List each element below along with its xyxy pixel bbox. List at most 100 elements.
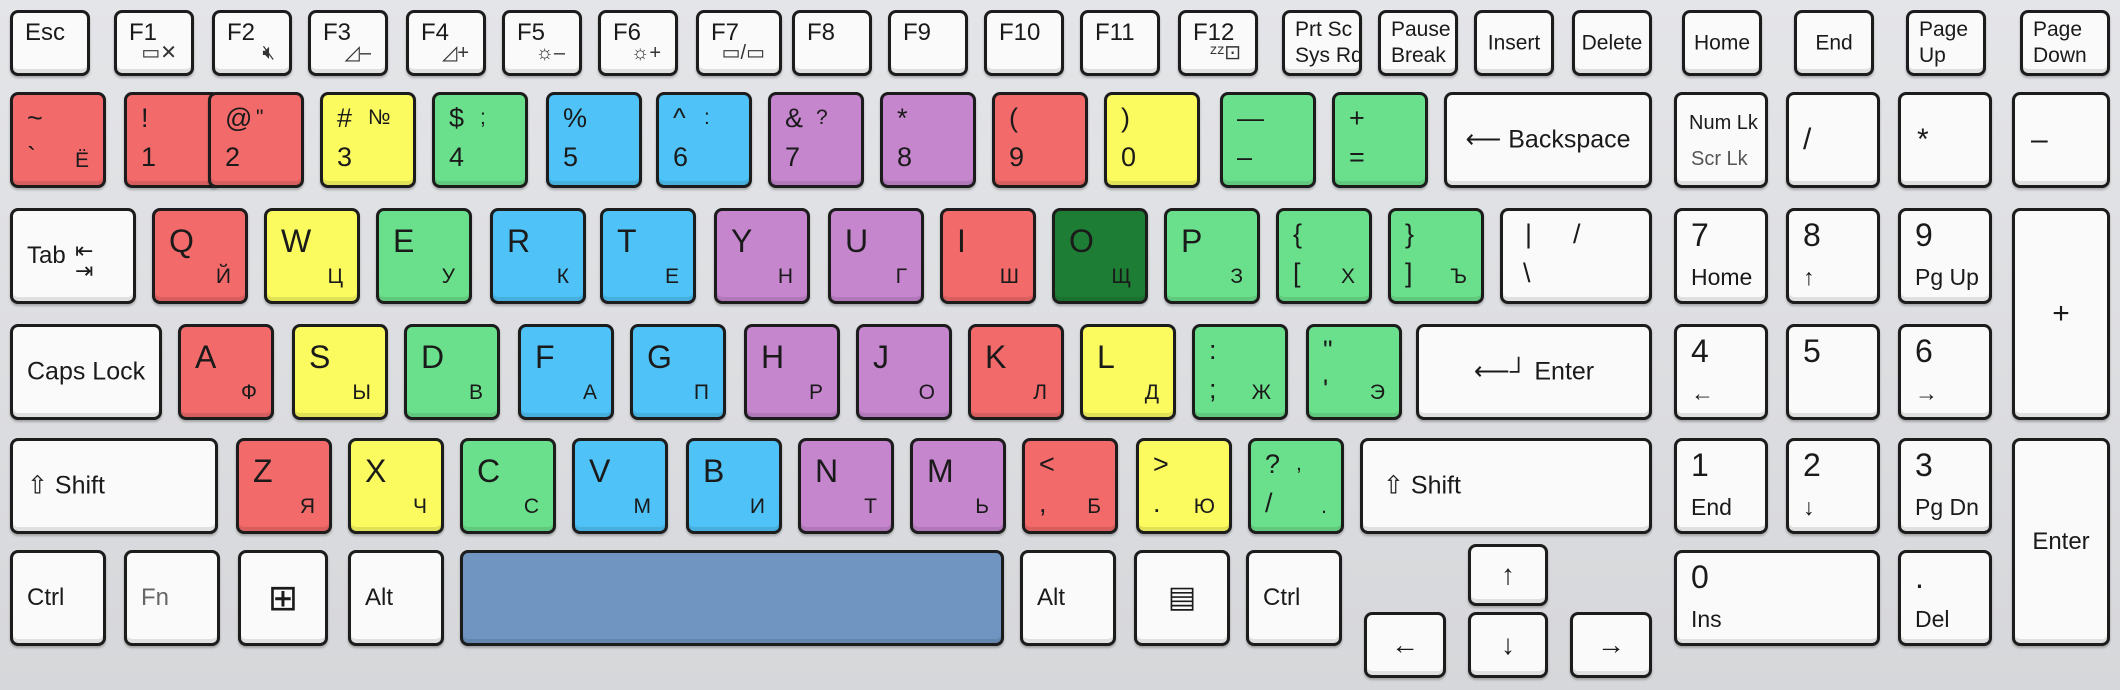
- caps-lock-key[interactable]: Caps Lock: [10, 324, 162, 420]
- letter-key[interactable]: IШ: [940, 208, 1036, 304]
- letter-key[interactable]: WЦ: [264, 208, 360, 304]
- letter-key[interactable]: }] Ъ: [1388, 208, 1484, 304]
- numpad-0-key[interactable]: 0 Ins: [1674, 550, 1880, 646]
- letter-key[interactable]: AФ: [178, 324, 274, 420]
- letter-key[interactable]: SЫ: [292, 324, 388, 420]
- fn-key[interactable]: Fn: [124, 550, 220, 646]
- letter-key[interactable]: >. Ю: [1136, 438, 1232, 534]
- numpad-4-key[interactable]: 4 ←: [1674, 324, 1768, 420]
- letter-key[interactable]: DВ: [404, 324, 500, 420]
- number-key[interactable]: ) 0: [1104, 92, 1200, 188]
- arrow-left-key[interactable]: ←: [1364, 612, 1446, 678]
- numpad-plus-key[interactable]: +: [2012, 208, 2110, 420]
- number-key[interactable]: @2 ": [208, 92, 304, 188]
- f9-key[interactable]: F9: [888, 10, 968, 76]
- number-key[interactable]: ~ ` Ё: [10, 92, 106, 188]
- numlock-key[interactable]: Num Lk Scr Lk: [1674, 92, 1768, 188]
- letter-key[interactable]: OЩ: [1052, 208, 1148, 304]
- letter-key[interactable]: PЗ: [1164, 208, 1260, 304]
- numpad-8-key[interactable]: 8 ↑: [1786, 208, 1880, 304]
- left-shift-key[interactable]: ⇧ Shift: [10, 438, 218, 534]
- pause-key[interactable]: Pause Break: [1378, 10, 1458, 76]
- letter-key[interactable]: ? /,.: [1248, 438, 1344, 534]
- numpad-minus-key[interactable]: –: [2012, 92, 2110, 188]
- numpad-9-key[interactable]: 9 Pg Up: [1898, 208, 1992, 304]
- letter-key[interactable]: {[Х: [1276, 208, 1372, 304]
- space-bar[interactable]: [460, 550, 1004, 646]
- numpad-slash-key[interactable]: /: [1786, 92, 1880, 188]
- page-down-key[interactable]: Page Down: [2020, 10, 2110, 76]
- arrow-up-key[interactable]: ↑: [1468, 544, 1548, 606]
- number-key[interactable]: + =: [1332, 92, 1428, 188]
- number-key[interactable]: (9: [992, 92, 1088, 188]
- numpad-dot-key[interactable]: . Del: [1898, 550, 1992, 646]
- numpad-2-key[interactable]: 2 ↓: [1786, 438, 1880, 534]
- letter-key[interactable]: <, Б: [1022, 438, 1118, 534]
- letter-key[interactable]: HР: [744, 324, 840, 420]
- print-screen-key[interactable]: Prt Sc Sys Rq: [1282, 10, 1362, 76]
- letter-key[interactable]: QЙ: [152, 208, 248, 304]
- f10-key[interactable]: F10: [984, 10, 1064, 76]
- letter-key[interactable]: ZЯ: [236, 438, 332, 534]
- f8-key[interactable]: F8: [792, 10, 872, 76]
- letter-key[interactable]: UГ: [828, 208, 924, 304]
- letter-key[interactable]: BИ: [686, 438, 782, 534]
- f2-key[interactable]: F2 🔇︎: [212, 10, 292, 76]
- delete-key[interactable]: Delete: [1572, 10, 1652, 76]
- insert-key[interactable]: Insert: [1474, 10, 1554, 76]
- letter-key[interactable]: EУ: [376, 208, 472, 304]
- f12-key[interactable]: F12 ᶻᶻ⊡: [1178, 10, 1258, 76]
- number-key[interactable]: & 7?: [768, 92, 864, 188]
- arrow-right-key[interactable]: →: [1570, 612, 1652, 678]
- arrow-down-key[interactable]: ↓: [1468, 612, 1548, 678]
- numpad-5-key[interactable]: 5: [1786, 324, 1880, 420]
- f11-key[interactable]: F11: [1080, 10, 1160, 76]
- f5-key[interactable]: F5 ☼–: [502, 10, 582, 76]
- numpad-3-key[interactable]: 3 Pg Dn: [1898, 438, 1992, 534]
- menu-key[interactable]: ▤: [1134, 550, 1230, 646]
- letter-key[interactable]: CС: [460, 438, 556, 534]
- home-key[interactable]: Home: [1682, 10, 1762, 76]
- letter-key[interactable]: " ' Э: [1306, 324, 1402, 420]
- letter-key[interactable]: NТ: [798, 438, 894, 534]
- number-key[interactable]: ! 1: [124, 92, 220, 188]
- letter-key[interactable]: YН: [714, 208, 810, 304]
- letter-key[interactable]: FА: [518, 324, 614, 420]
- letter-key[interactable]: XЧ: [348, 438, 444, 534]
- number-key[interactable]: #3 №: [320, 92, 416, 188]
- tab-key[interactable]: Tab ⇤ ⇥: [10, 208, 136, 304]
- numpad-6-key[interactable]: 6 →: [1898, 324, 1992, 420]
- esc-key[interactable]: Esc: [10, 10, 90, 76]
- number-key[interactable]: ^ 6:: [656, 92, 752, 188]
- numpad-1-key[interactable]: 1 End: [1674, 438, 1768, 534]
- letter-key[interactable]: GП: [630, 324, 726, 420]
- letter-key[interactable]: VМ: [572, 438, 668, 534]
- backspace-key[interactable]: ⟵ Backspace: [1444, 92, 1652, 188]
- end-key[interactable]: End: [1794, 10, 1874, 76]
- f7-key[interactable]: F7 ▭/▭: [696, 10, 782, 76]
- f6-key[interactable]: F6 ☼+: [598, 10, 678, 76]
- letter-key[interactable]: :; Ж: [1192, 324, 1288, 420]
- letter-key[interactable]: JО: [856, 324, 952, 420]
- letter-key[interactable]: RК: [490, 208, 586, 304]
- right-shift-key[interactable]: ⇧ Shift: [1360, 438, 1652, 534]
- letter-key[interactable]: TЕ: [600, 208, 696, 304]
- page-up-key[interactable]: Page Up: [1906, 10, 1986, 76]
- number-key[interactable]: — –: [1220, 92, 1316, 188]
- left-alt-key[interactable]: Alt: [348, 550, 444, 646]
- number-key[interactable]: * 8: [880, 92, 976, 188]
- f4-key[interactable]: F4 ◿+: [406, 10, 486, 76]
- number-key[interactable]: $4;: [432, 92, 528, 188]
- backslash-key[interactable]: | / \: [1500, 208, 1652, 304]
- right-alt-key[interactable]: Alt: [1020, 550, 1116, 646]
- f1-key[interactable]: F1 ▭✕: [114, 10, 194, 76]
- numpad-star-key[interactable]: *: [1898, 92, 1992, 188]
- numpad-7-key[interactable]: 7 Home: [1674, 208, 1768, 304]
- enter-key[interactable]: ⟵┘ Enter: [1416, 324, 1652, 420]
- f3-key[interactable]: F3 ◿–: [308, 10, 388, 76]
- number-key[interactable]: % 5: [546, 92, 642, 188]
- letter-key[interactable]: KЛ: [968, 324, 1064, 420]
- left-ctrl-key[interactable]: Ctrl: [10, 550, 106, 646]
- letter-key[interactable]: LД: [1080, 324, 1176, 420]
- numpad-enter-key[interactable]: Enter: [2012, 438, 2110, 646]
